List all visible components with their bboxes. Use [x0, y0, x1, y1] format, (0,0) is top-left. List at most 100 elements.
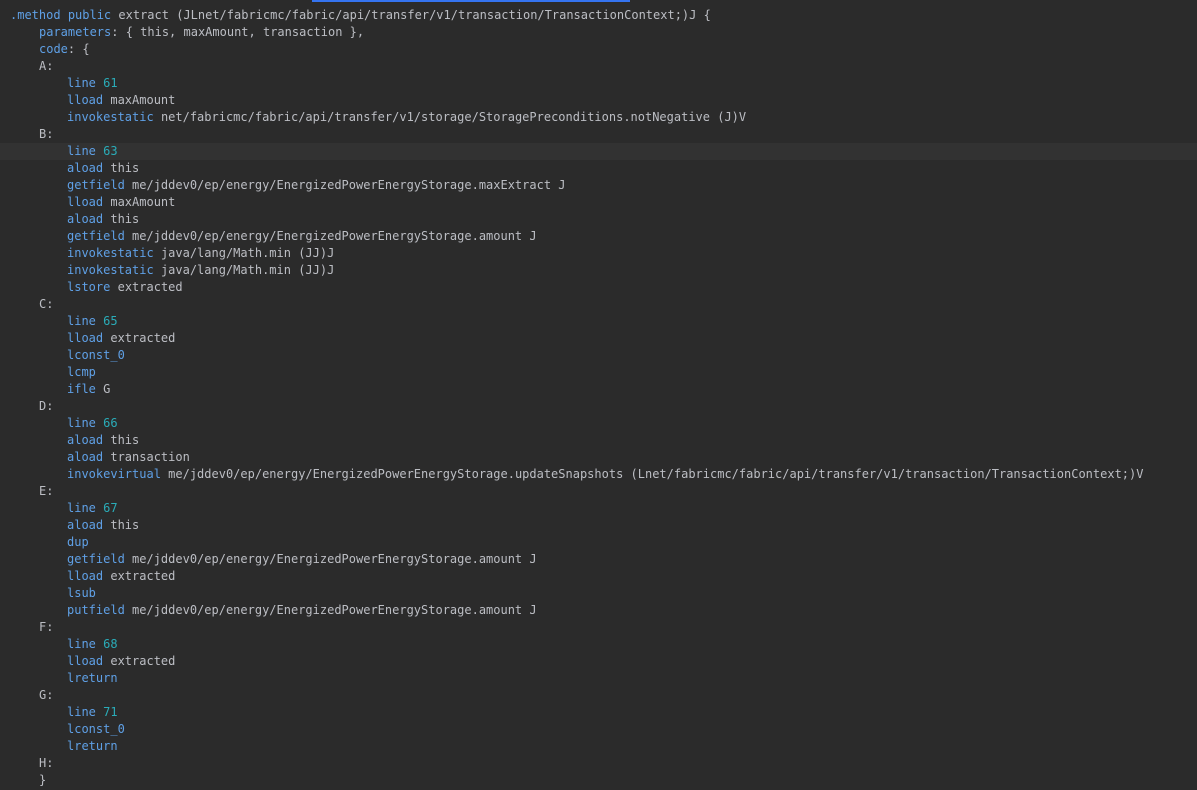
opcode: lreturn	[67, 671, 118, 685]
operand: extracted	[110, 654, 176, 668]
block-label-line[interactable]: G:	[0, 687, 1197, 704]
instruction-line[interactable]: lconst_0	[0, 721, 1197, 738]
instruction-line[interactable]: invokestatic net/fabricmc/fabric/api/tra…	[0, 109, 1197, 126]
opcode: lload	[67, 569, 104, 583]
operand: maxAmount	[110, 93, 176, 107]
method-signature: extract (JLnet/fabricmc/fabric/api/trans…	[118, 8, 711, 22]
instruction-line[interactable]: lcmp	[0, 364, 1197, 381]
opcode: ifle	[67, 382, 96, 396]
block-label: E:	[39, 484, 54, 498]
instruction-line[interactable]: line 65	[0, 313, 1197, 330]
instruction-line[interactable]: lstore extracted	[0, 279, 1197, 296]
instruction-line[interactable]: lload extracted	[0, 653, 1197, 670]
block-label: H:	[39, 756, 54, 770]
instruction-line[interactable]: ifle G	[0, 381, 1197, 398]
instruction-line[interactable]: lload extracted	[0, 330, 1197, 347]
opcode: line	[67, 501, 96, 515]
instruction-line[interactable]: aload this	[0, 517, 1197, 534]
operand: G	[103, 382, 111, 396]
opcode: line	[67, 416, 96, 430]
operand: java/lang/Math.min (JJ)J	[160, 263, 335, 277]
operand: me/jddev0/ep/energy/EnergizedPowerEnergy…	[168, 467, 1144, 481]
instruction-line[interactable]: putfield me/jddev0/ep/energy/EnergizedPo…	[0, 602, 1197, 619]
block-label-line[interactable]: F:	[0, 619, 1197, 636]
instruction-line[interactable]: lload extracted	[0, 568, 1197, 585]
instruction-line[interactable]: line 67	[0, 500, 1197, 517]
opcode: invokevirtual	[67, 467, 161, 481]
instruction-line[interactable]: lconst_0	[0, 347, 1197, 364]
opcode: invokestatic	[67, 246, 154, 260]
instruction-line[interactable]: aload transaction	[0, 449, 1197, 466]
block-label-line[interactable]: C:	[0, 296, 1197, 313]
instruction-line-current[interactable]: line 63	[0, 143, 1197, 160]
instruction-line[interactable]: aload this	[0, 211, 1197, 228]
instruction-line[interactable]: invokestatic java/lang/Math.min (JJ)J	[0, 262, 1197, 279]
opcode: line	[67, 637, 96, 651]
opcode: lstore	[67, 280, 111, 294]
instruction-line[interactable]: lload maxAmount	[0, 194, 1197, 211]
opcode: getfield	[67, 229, 125, 243]
block-label-line[interactable]: B:	[0, 126, 1197, 143]
line-number-operand: 68	[103, 637, 118, 651]
operand: this	[110, 433, 140, 447]
line-number-operand: 67	[103, 501, 118, 515]
active-tab-indicator	[312, 0, 630, 2]
instruction-line[interactable]: lsub	[0, 585, 1197, 602]
instruction-line[interactable]: lreturn	[0, 670, 1197, 687]
parameters-line[interactable]: parameters: { this, maxAmount, transacti…	[0, 24, 1197, 41]
block-label-line[interactable]: H:	[0, 755, 1197, 772]
opcode: line	[67, 144, 96, 158]
opcode: lload	[67, 195, 104, 209]
opcode: line	[67, 314, 96, 328]
line-number-operand: 71	[103, 705, 118, 719]
instruction-line[interactable]: getfield me/jddev0/ep/energy/EnergizedPo…	[0, 177, 1197, 194]
instruction-line[interactable]: line 66	[0, 415, 1197, 432]
opcode: lconst_0	[67, 722, 125, 736]
closing-brace: }	[39, 773, 47, 787]
operand: java/lang/Math.min (JJ)J	[160, 246, 335, 260]
opcode: putfield	[67, 603, 125, 617]
instruction-line[interactable]: getfield me/jddev0/ep/energy/EnergizedPo…	[0, 228, 1197, 245]
parameters-key: parameters	[39, 25, 112, 39]
line-number-operand: 65	[103, 314, 118, 328]
opcode: lconst_0	[67, 348, 125, 362]
closing-brace-line[interactable]: }	[0, 772, 1197, 789]
method-directive: .method	[10, 8, 61, 22]
block-label-line[interactable]: E:	[0, 483, 1197, 500]
code-editor[interactable]: .method public extract (JLnet/fabricmc/f…	[0, 7, 1197, 789]
block-label: D:	[39, 399, 54, 413]
opcode: lload	[67, 654, 104, 668]
instruction-line[interactable]: line 71	[0, 704, 1197, 721]
operand: extracted	[110, 569, 176, 583]
block-label: B:	[39, 127, 54, 141]
operand: this	[110, 161, 140, 175]
operand: this	[110, 212, 140, 226]
instruction-line[interactable]: dup	[0, 534, 1197, 551]
instruction-line[interactable]: line 61	[0, 75, 1197, 92]
instruction-line[interactable]: aload this	[0, 160, 1197, 177]
opcode: lreturn	[67, 739, 118, 753]
opcode: invokestatic	[67, 110, 154, 124]
opcode: lcmp	[67, 365, 96, 379]
code-line[interactable]: code: {	[0, 41, 1197, 58]
instruction-line[interactable]: line 68	[0, 636, 1197, 653]
opcode: dup	[67, 535, 89, 549]
operand: me/jddev0/ep/energy/EnergizedPowerEnergy…	[132, 178, 566, 192]
method-declaration-line[interactable]: .method public extract (JLnet/fabricmc/f…	[0, 7, 1197, 24]
opcode: aload	[67, 433, 104, 447]
instruction-line[interactable]: invokestatic java/lang/Math.min (JJ)J	[0, 245, 1197, 262]
operand: this	[110, 518, 140, 532]
instruction-line[interactable]: lload maxAmount	[0, 92, 1197, 109]
operand: extracted	[110, 331, 176, 345]
instruction-line[interactable]: invokevirtual me/jddev0/ep/energy/Energi…	[0, 466, 1197, 483]
block-label: F:	[39, 620, 54, 634]
block-label-line[interactable]: A:	[0, 58, 1197, 75]
opcode: lload	[67, 331, 104, 345]
code-key: code	[39, 42, 68, 56]
instruction-line[interactable]: lreturn	[0, 738, 1197, 755]
instruction-line[interactable]: getfield me/jddev0/ep/energy/EnergizedPo…	[0, 551, 1197, 568]
instruction-line[interactable]: aload this	[0, 432, 1197, 449]
operand: transaction	[110, 450, 190, 464]
operand: extracted	[117, 280, 183, 294]
block-label-line[interactable]: D:	[0, 398, 1197, 415]
